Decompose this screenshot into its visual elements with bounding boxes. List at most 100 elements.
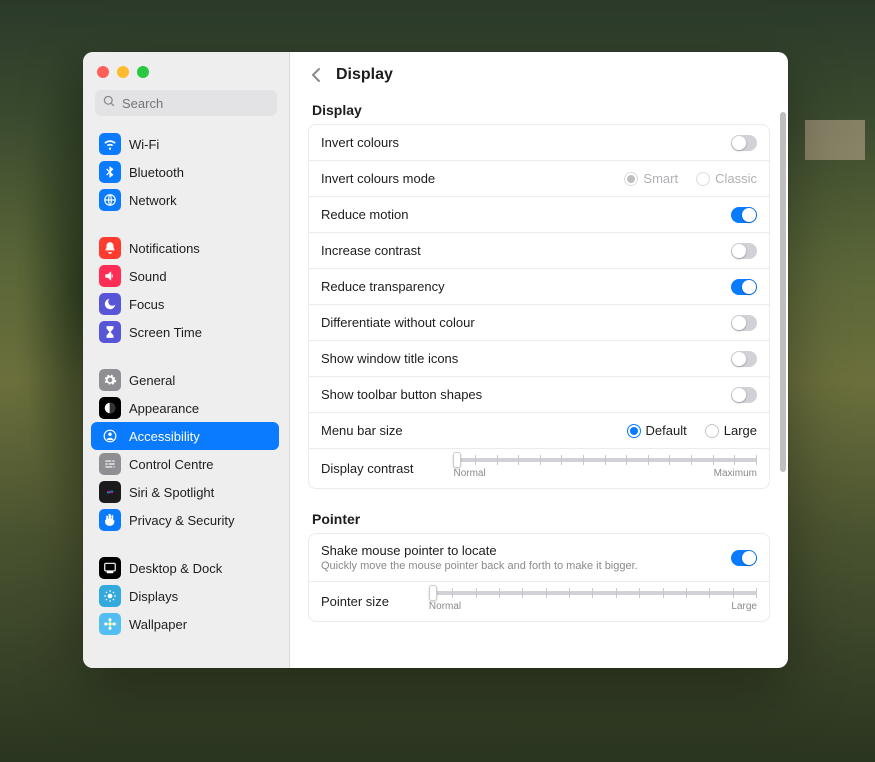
wifi-icon xyxy=(99,133,121,155)
sidebar-item-siri[interactable]: Siri & Spotlight xyxy=(91,478,279,506)
sidebar-item-appearance[interactable]: Appearance xyxy=(91,394,279,422)
sidebar-item-general[interactable]: General xyxy=(91,366,279,394)
content-scrollbar[interactable] xyxy=(780,112,786,472)
person-icon xyxy=(99,425,121,447)
toggle-increase-contrast[interactable] xyxy=(731,243,757,259)
bell-icon xyxy=(99,237,121,259)
radio-icon xyxy=(705,424,719,438)
toggle-invert-colours[interactable] xyxy=(731,135,757,151)
sound-icon xyxy=(99,265,121,287)
flower-icon xyxy=(99,613,121,635)
radio-label: Smart xyxy=(643,171,678,186)
slider-display-contrast[interactable] xyxy=(453,458,757,462)
label-title-icons: Show window title icons xyxy=(321,351,458,366)
sidebar-item-accessibility[interactable]: Accessibility xyxy=(91,422,279,450)
label-display-contrast: Display contrast xyxy=(321,461,413,476)
sun-icon xyxy=(99,585,121,607)
sidebar-item-network[interactable]: Network xyxy=(91,186,279,214)
globe-icon xyxy=(99,189,121,211)
row-invert-mode: Invert colours mode Smart Classic xyxy=(309,161,769,197)
back-button[interactable] xyxy=(308,66,326,84)
radio-option-default[interactable]: Default xyxy=(627,423,687,438)
sidebar-item-label: Sound xyxy=(129,269,167,284)
sidebar-item-label: Desktop & Dock xyxy=(129,561,222,576)
sidebar-item-controlcentre[interactable]: Control Centre xyxy=(91,450,279,478)
label-diff-colour: Differentiate without colour xyxy=(321,315,475,330)
maximize-window-button[interactable] xyxy=(137,66,149,78)
hourglass-icon xyxy=(99,321,121,343)
label-pointer-size: Pointer size xyxy=(321,594,389,609)
bt-icon xyxy=(99,161,121,183)
row-reduce-transparency: Reduce transparency xyxy=(309,269,769,305)
radio-option-classic: Classic xyxy=(696,171,757,186)
row-diff-colour: Differentiate without colour xyxy=(309,305,769,341)
toggle-diff-colour[interactable] xyxy=(731,315,757,331)
section-heading-pointer: Pointer xyxy=(312,511,770,527)
content-pane: Display Display Invert colours Invert co… xyxy=(290,52,788,668)
radio-icon xyxy=(624,172,638,186)
toggle-reduce-transparency[interactable] xyxy=(731,279,757,295)
sidebar-item-label: Wallpaper xyxy=(129,617,187,632)
dock-icon xyxy=(99,557,121,579)
sidebar-item-label: Displays xyxy=(129,589,178,604)
sidebar-item-screentime[interactable]: Screen Time xyxy=(91,318,279,346)
sidebar-item-desktop[interactable]: Desktop & Dock xyxy=(91,554,279,582)
sidebar-item-label: Wi-Fi xyxy=(129,137,159,152)
row-shake-pointer: Shake mouse pointer to locate Quickly mo… xyxy=(309,534,769,582)
slider-min-pointer-size: Normal xyxy=(429,601,461,612)
sidebar-item-wallpaper[interactable]: Wallpaper xyxy=(91,610,279,638)
sidebar-item-wifi[interactable]: Wi-Fi xyxy=(91,130,279,158)
toggle-shake-pointer[interactable] xyxy=(731,550,757,566)
label-invert-colours: Invert colours xyxy=(321,135,399,150)
slider-min-display-contrast: Normal xyxy=(453,468,485,479)
minimize-window-button[interactable] xyxy=(117,66,129,78)
sidebar-item-focus[interactable]: Focus xyxy=(91,290,279,318)
row-title-icons: Show window title icons xyxy=(309,341,769,377)
sidebar-item-label: Notifications xyxy=(129,241,200,256)
sidebar-item-privacy[interactable]: Privacy & Security xyxy=(91,506,279,534)
sidebar-item-label: General xyxy=(129,373,175,388)
system-settings-window: Wi-Fi Bluetooth Network Notifications Sound F… xyxy=(83,52,788,668)
slider-pointer-size[interactable] xyxy=(429,591,757,595)
slider-thumb-pointer-size[interactable] xyxy=(429,585,437,601)
gear-icon xyxy=(99,369,121,391)
label-invert-mode: Invert colours mode xyxy=(321,171,435,186)
sidebar-item-sound[interactable]: Sound xyxy=(91,262,279,290)
slider-max-pointer-size: Large xyxy=(731,601,757,612)
close-window-button[interactable] xyxy=(97,66,109,78)
row-reduce-motion: Reduce motion xyxy=(309,197,769,233)
label-reduce-transparency: Reduce transparency xyxy=(321,279,445,294)
radio-icon xyxy=(627,424,641,438)
label-shake-pointer: Shake mouse pointer to locate xyxy=(321,543,638,558)
row-menu-bar-size: Menu bar size DefaultLarge xyxy=(309,413,769,449)
sidebar-item-label: Bluetooth xyxy=(129,165,184,180)
sub-shake-pointer: Quickly move the mouse pointer back and … xyxy=(321,560,638,572)
search-input[interactable] xyxy=(122,96,269,111)
label-increase-contrast: Increase contrast xyxy=(321,243,421,258)
pointer-settings-card: Shake mouse pointer to locate Quickly mo… xyxy=(308,533,770,622)
search-field[interactable] xyxy=(95,90,277,116)
page-title: Display xyxy=(336,66,393,84)
label-button-shapes: Show toolbar button shapes xyxy=(321,387,482,402)
radio-option-smart: Smart xyxy=(624,171,678,186)
sidebar-item-label: Privacy & Security xyxy=(129,513,234,528)
toggle-reduce-motion[interactable] xyxy=(731,207,757,223)
sidebar-item-bluetooth[interactable]: Bluetooth xyxy=(91,158,279,186)
toggle-button-shapes[interactable] xyxy=(731,387,757,403)
slider-thumb-display-contrast[interactable] xyxy=(453,452,461,468)
search-icon xyxy=(103,95,116,111)
sliders-icon xyxy=(99,453,121,475)
sidebar-item-notifications[interactable]: Notifications xyxy=(91,234,279,262)
slider-max-display-contrast: Maximum xyxy=(714,468,757,479)
radio-option-large[interactable]: Large xyxy=(705,423,757,438)
sidebar: Wi-Fi Bluetooth Network Notifications Sound F… xyxy=(83,52,290,668)
display-settings-card: Invert colours Invert colours mode Smart… xyxy=(308,124,770,489)
row-pointer-size: Pointer size Normal Large xyxy=(309,582,769,621)
row-button-shapes: Show toolbar button shapes xyxy=(309,377,769,413)
toggle-title-icons[interactable] xyxy=(731,351,757,367)
sidebar-item-displays[interactable]: Displays xyxy=(91,582,279,610)
radio-label: Classic xyxy=(715,171,757,186)
radio-icon xyxy=(696,172,710,186)
siri-icon xyxy=(99,481,121,503)
sidebar-item-label: Screen Time xyxy=(129,325,202,340)
